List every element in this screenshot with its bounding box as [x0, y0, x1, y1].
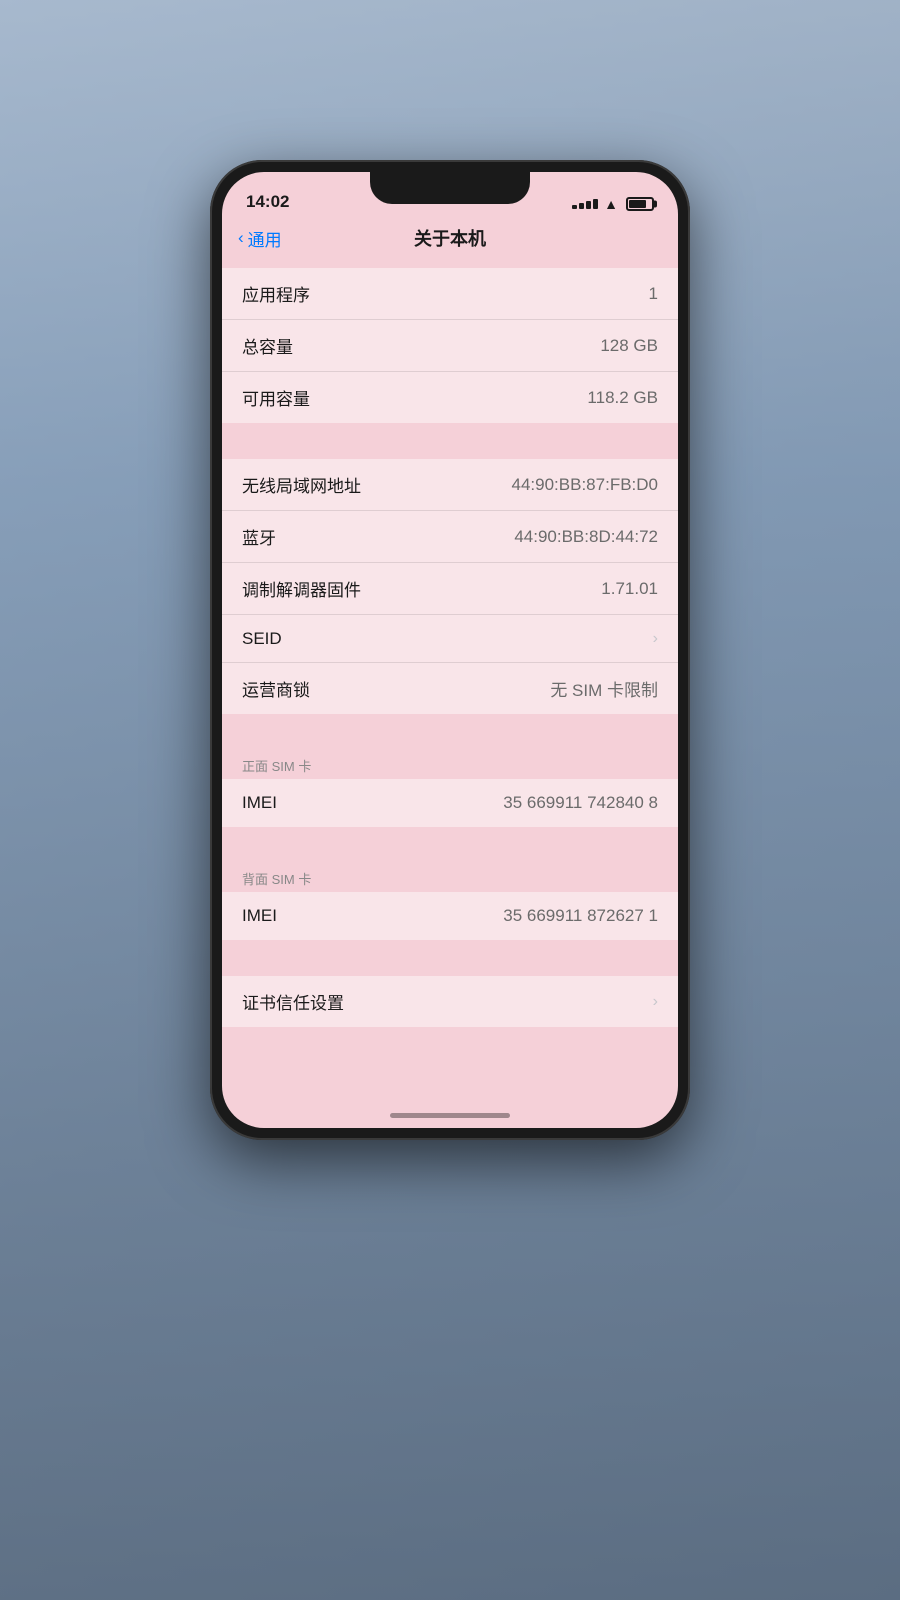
chevron-right-icon: › [653, 993, 658, 1011]
list-item: 蓝牙 44:90:BB:8D:44:72 [222, 511, 678, 563]
section-general-info: 应用程序 1 总容量 128 GB 可用容量 118.2 GB [222, 268, 678, 423]
nav-bar: ‹ 通用 关于本机 [222, 216, 678, 260]
list-item: 调制解调器固件 1.71.01 [222, 563, 678, 615]
status-time: 14:02 [246, 192, 289, 212]
list-item: IMEI 35 669911 742840 8 [222, 779, 678, 827]
list-item: IMEI 35 669911 872627 1 [222, 892, 678, 940]
item-value-modem-firmware: 1.71.01 [601, 579, 658, 599]
phone-wrapper: 14:02 ▲ [210, 160, 690, 1440]
item-value-total-capacity: 128 GB [600, 336, 658, 356]
list-item: 无线局域网地址 44:90:BB:87:FB:D0 [222, 459, 678, 511]
list-item-seid[interactable]: SEID › [222, 615, 678, 663]
status-icons: ▲ [572, 196, 654, 212]
chevron-left-icon: ‹ [238, 228, 244, 248]
list-group-network: 无线局域网地址 44:90:BB:87:FB:D0 蓝牙 44:90:BB:8D… [222, 459, 678, 714]
list-item: 总容量 128 GB [222, 320, 678, 372]
list-group-certificate: 证书信任设置 › [222, 976, 678, 1027]
nav-back-label: 通用 [248, 226, 282, 251]
item-value-imei-front: 35 669911 742840 8 [503, 793, 658, 813]
item-label-imei-back: IMEI [242, 906, 277, 926]
list-item: 应用程序 1 [222, 268, 678, 320]
divider [222, 423, 678, 451]
list-item-certificate[interactable]: 证书信任设置 › [222, 976, 678, 1027]
section-network-info: 无线局域网地址 44:90:BB:87:FB:D0 蓝牙 44:90:BB:8D… [222, 459, 678, 714]
divider [222, 827, 678, 855]
item-value-imei-back: 35 669911 872627 1 [503, 906, 658, 926]
item-label-available-capacity: 可用容量 [242, 385, 310, 410]
item-label-seid: SEID [242, 629, 282, 649]
scene: 14:02 ▲ [0, 0, 900, 1600]
nav-title: 关于本机 [414, 225, 486, 251]
list-item: 可用容量 118.2 GB [222, 372, 678, 423]
list-group-back-sim: IMEI 35 669911 872627 1 [222, 892, 678, 940]
section-back-sim: 背面 SIM 卡 IMEI 35 669911 872627 1 [222, 863, 678, 940]
signal-icon [572, 199, 598, 209]
screen-inner: 14:02 ▲ [222, 172, 678, 1128]
settings-content[interactable]: 应用程序 1 总容量 128 GB 可用容量 118.2 GB [222, 260, 678, 1128]
section-header-back-sim: 背面 SIM 卡 [222, 863, 678, 892]
item-label-total-capacity: 总容量 [242, 333, 293, 358]
item-label-imei-front: IMEI [242, 793, 277, 813]
section-header-front-sim: 正面 SIM 卡 [222, 750, 678, 779]
item-value-bluetooth: 44:90:BB:8D:44:72 [514, 527, 658, 547]
item-value-apps: 1 [649, 284, 658, 304]
nav-back-button[interactable]: ‹ 通用 [238, 226, 282, 251]
item-label-modem-firmware: 调制解调器固件 [242, 576, 361, 601]
notch [370, 172, 530, 204]
list-item: 运营商锁 无 SIM 卡限制 [222, 663, 678, 714]
item-value-available-capacity: 118.2 GB [587, 388, 658, 408]
phone-shell: 14:02 ▲ [210, 160, 690, 1140]
item-value-wifi-address: 44:90:BB:87:FB:D0 [512, 475, 658, 495]
item-label-carrier-lock: 运营商锁 [242, 676, 310, 701]
section-certificate: 证书信任设置 › [222, 976, 678, 1027]
wifi-icon: ▲ [604, 196, 618, 212]
item-label-apps: 应用程序 [242, 281, 310, 306]
home-indicator [390, 1113, 510, 1118]
list-group-general: 应用程序 1 总容量 128 GB 可用容量 118.2 GB [222, 268, 678, 423]
phone-screen: 14:02 ▲ [222, 172, 678, 1128]
item-label-bluetooth: 蓝牙 [242, 524, 276, 549]
chevron-right-icon: › [653, 630, 658, 648]
section-front-sim: 正面 SIM 卡 IMEI 35 669911 742840 8 [222, 750, 678, 827]
battery-icon [626, 197, 654, 211]
list-group-front-sim: IMEI 35 669911 742840 8 [222, 779, 678, 827]
item-label-wifi-address: 无线局域网地址 [242, 472, 361, 497]
item-label-certificate: 证书信任设置 [242, 989, 344, 1014]
item-value-carrier-lock: 无 SIM 卡限制 [550, 676, 658, 701]
divider [222, 714, 678, 742]
divider [222, 940, 678, 968]
